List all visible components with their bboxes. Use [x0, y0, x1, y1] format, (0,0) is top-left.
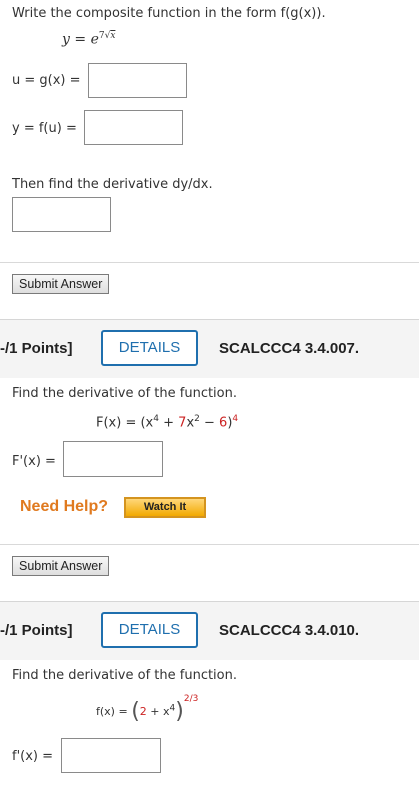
- question-code: SCALCCC4 3.4.007.: [219, 340, 360, 357]
- q1-instruction: Write the composite function in the form…: [12, 6, 326, 21]
- derivative-input[interactable]: [12, 197, 111, 232]
- submit-answer-button[interactable]: Submit Answer: [12, 274, 110, 294]
- answer-input[interactable]: [61, 738, 161, 773]
- y-input[interactable]: [84, 110, 183, 145]
- question-code: SCALCCC4 3.4.010.: [219, 622, 360, 639]
- points-label: -/1 Points]: [0, 622, 73, 639]
- answer-label: F'(x) =: [12, 454, 56, 469]
- u-label: u = g(x) =: [12, 73, 81, 88]
- q3-function: f(x) = (2 + x4)2/3: [96, 694, 199, 724]
- q1-equation: y = e7√x: [62, 31, 116, 48]
- divider: [0, 262, 419, 263]
- need-help-label: Need Help?: [20, 498, 109, 515]
- answer-label: f'(x) =: [12, 749, 54, 764]
- details-button[interactable]: DETAILS: [101, 330, 198, 366]
- submit-answer-button[interactable]: Submit Answer: [12, 556, 110, 576]
- divider: [0, 544, 419, 545]
- details-button[interactable]: DETAILS: [101, 612, 198, 648]
- answer-input[interactable]: [63, 441, 163, 477]
- points-label: -/1 Points]: [0, 340, 73, 357]
- q2-function: F(x) = (x4 + 7x2 − 6)4: [96, 414, 239, 431]
- q3-instruction: Find the derivative of the function.: [12, 668, 237, 683]
- watch-it-button[interactable]: Watch It: [124, 497, 206, 518]
- u-input[interactable]: [88, 63, 187, 98]
- then-text: Then find the derivative dy/dx.: [12, 177, 213, 192]
- y-label: y = f(u) =: [12, 121, 77, 136]
- q2-instruction: Find the derivative of the function.: [12, 386, 237, 401]
